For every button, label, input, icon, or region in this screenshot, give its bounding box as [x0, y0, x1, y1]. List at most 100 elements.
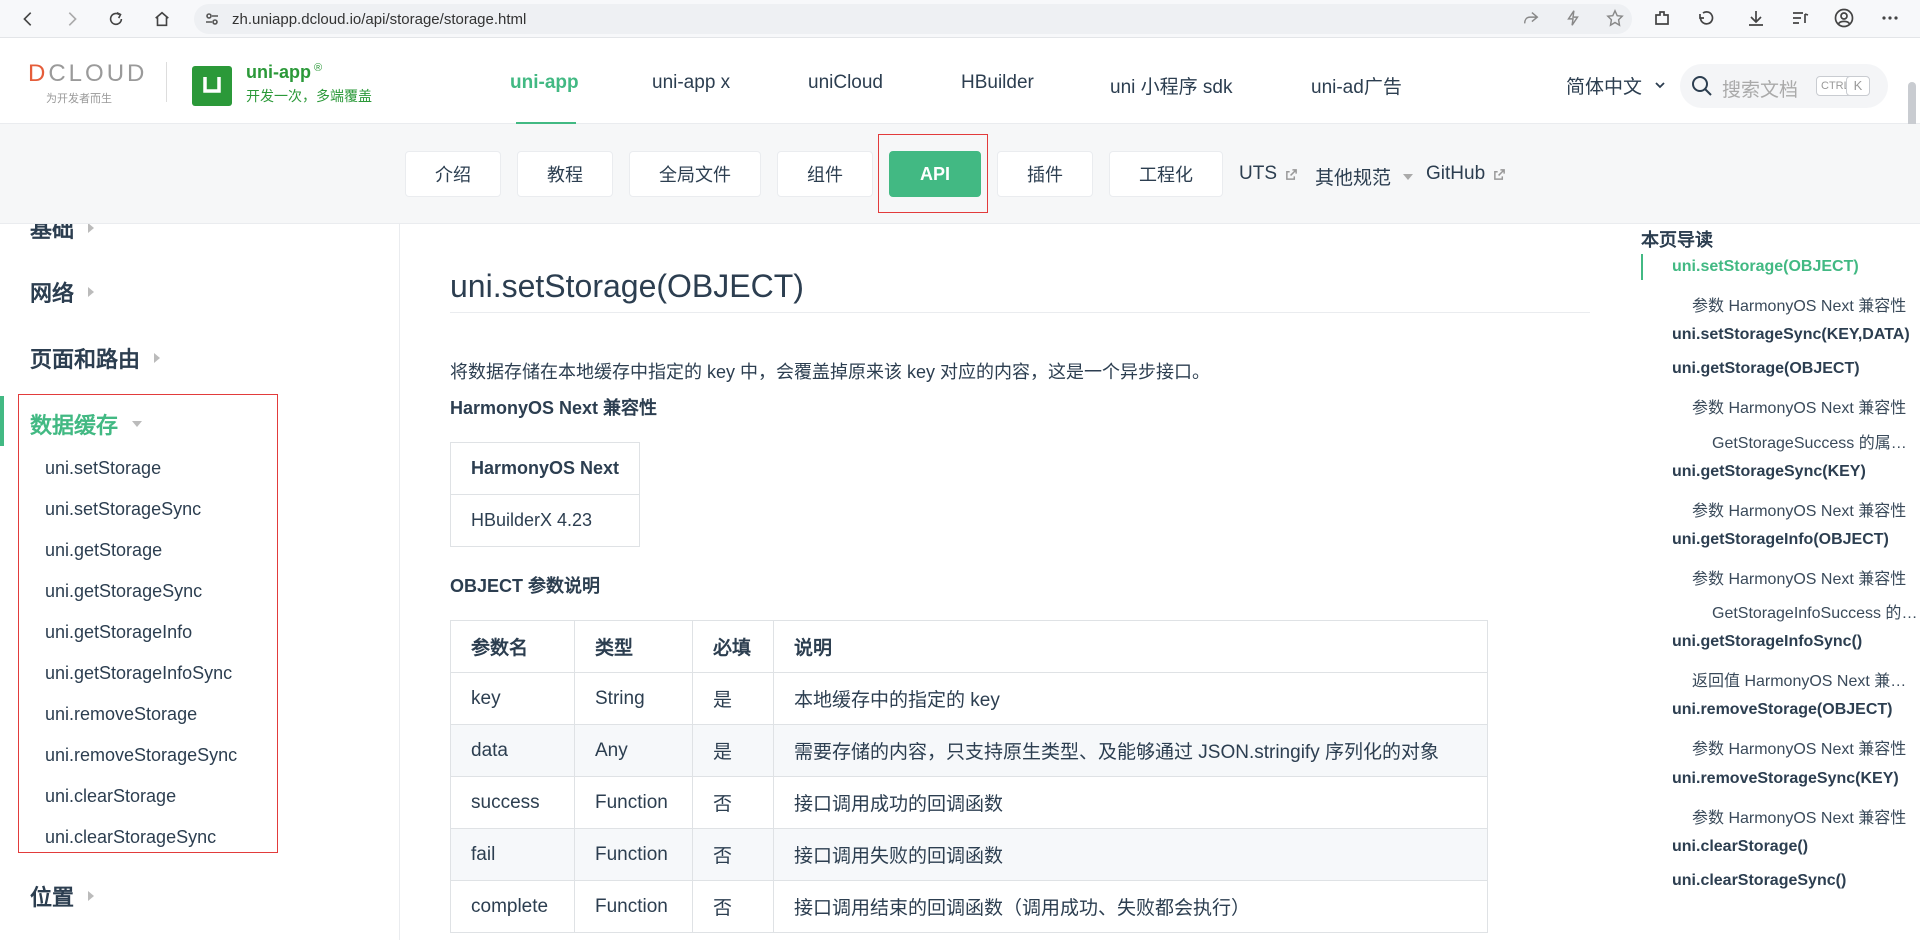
- toc-item[interactable]: 参数 HarmonyOS Next 兼容性: [1692, 804, 1918, 828]
- toc-item[interactable]: uni.getStorage(OBJECT): [1672, 360, 1918, 378]
- tab-intro[interactable]: 介绍: [405, 151, 501, 197]
- tab-global-files[interactable]: 全局文件: [629, 151, 761, 197]
- home-icon[interactable]: [150, 7, 174, 31]
- toc-item[interactable]: uni.getStorageInfoSync(): [1672, 633, 1918, 651]
- toc-item[interactable]: uni.removeStorage(OBJECT): [1672, 701, 1918, 719]
- col-header-desc: 说明: [773, 620, 1488, 673]
- compat-heading: HarmonyOS Next 兼容性: [450, 398, 658, 418]
- sidebar-section-page-routing[interactable]: 页面和路由: [30, 342, 161, 374]
- cell-desc: 接口调用失败的回调函数: [773, 828, 1488, 881]
- product-slogan: 开发一次，多端覆盖: [246, 88, 372, 104]
- params-table: 参数名 类型 必填 说明 key String 是 本地缓存中的指定的 key …: [450, 620, 1488, 933]
- toc-item[interactable]: uni.setStorage(OBJECT): [1672, 258, 1918, 276]
- more-menu-icon[interactable]: [1880, 8, 1902, 30]
- tab-plugins[interactable]: 插件: [997, 151, 1093, 197]
- cell-desc: 本地缓存中的指定的 key: [773, 672, 1488, 725]
- tab-components[interactable]: 组件: [777, 151, 873, 197]
- search-placeholder[interactable]: 搜索文档: [1722, 75, 1798, 102]
- link-other-specs[interactable]: 其他规范: [1315, 163, 1414, 190]
- sidebar-item-clearstorage[interactable]: uni.clearStorage: [45, 786, 176, 807]
- reading-list-icon[interactable]: [1790, 8, 1812, 30]
- sidebar-item-removestorage[interactable]: uni.removeStorage: [45, 704, 197, 725]
- cell-required: 否: [692, 828, 774, 881]
- toc-item[interactable]: 返回值 HarmonyOS Next 兼容性: [1692, 667, 1918, 691]
- tab-engineering[interactable]: 工程化: [1109, 151, 1223, 197]
- table-row: fail Function 否 接口调用失败的回调函数: [450, 828, 1488, 881]
- toc-item[interactable]: 参数 HarmonyOS Next 兼容性: [1692, 735, 1918, 759]
- expand-triangle-icon: [154, 353, 161, 363]
- topnav-uni-app-x[interactable]: uni-app x: [652, 72, 730, 94]
- toc-item[interactable]: uni.getStorageSync(KEY): [1672, 463, 1918, 481]
- sidebar-item-clearstoragesync[interactable]: uni.clearStorageSync: [45, 827, 216, 848]
- toc-item[interactable]: 参数 HarmonyOS Next 兼容性: [1692, 394, 1918, 418]
- toc-item[interactable]: uni.clearStorageSync(): [1672, 872, 1918, 890]
- brand-divider: [166, 62, 167, 102]
- product-name[interactable]: uni-app ®: [246, 62, 322, 83]
- history-icon[interactable]: [1696, 8, 1718, 30]
- toc-item[interactable]: uni.removeStorageSync(KEY): [1672, 770, 1918, 788]
- topnav-uni-ad[interactable]: uni-ad广告: [1311, 72, 1402, 99]
- toc-item[interactable]: uni.setStorageSync(KEY,DATA): [1672, 326, 1918, 344]
- sidebar-section-network[interactable]: 网络: [30, 276, 95, 308]
- cell-type: Any: [574, 724, 693, 777]
- forward-icon[interactable]: [60, 7, 84, 31]
- topnav-uni-mp-sdk[interactable]: uni 小程序 sdk: [1110, 72, 1232, 99]
- compat-header: HarmonyOS Next: [449, 442, 641, 495]
- toc-item[interactable]: 参数 HarmonyOS Next 兼容性: [1692, 292, 1918, 316]
- sidebar-item-setstorage[interactable]: uni.setStorage: [45, 458, 161, 479]
- cell-type: Function: [574, 828, 693, 881]
- site-settings-icon[interactable]: [204, 11, 220, 27]
- reload-icon[interactable]: [104, 7, 128, 31]
- extensions-icon[interactable]: [1652, 8, 1674, 30]
- table-row: key String 是 本地缓存中的指定的 key: [450, 672, 1488, 725]
- download-icon[interactable]: [1746, 8, 1768, 30]
- dcloud-tagline: 为开发者而生: [46, 93, 112, 105]
- link-github[interactable]: GitHub: [1426, 163, 1506, 185]
- link-uts[interactable]: UTS: [1239, 163, 1298, 185]
- toc-item[interactable]: 参数 HarmonyOS Next 兼容性: [1692, 497, 1918, 521]
- sidebar-item-removestoragesync[interactable]: uni.removeStorageSync: [45, 745, 237, 766]
- cell-desc: 接口调用成功的回调函数: [773, 776, 1488, 829]
- search-icon[interactable]: [1690, 74, 1714, 98]
- uni-app-logo-icon[interactable]: [192, 66, 232, 106]
- back-icon[interactable]: [16, 7, 40, 31]
- toc-item[interactable]: uni.clearStorage(): [1672, 838, 1918, 856]
- lightning-icon[interactable]: [1564, 9, 1584, 29]
- sidebar-item-getstorage[interactable]: uni.getStorage: [45, 540, 162, 561]
- address-bar[interactable]: zh.uniapp.dcloud.io/api/storage/storage.…: [194, 4, 1632, 34]
- bookmark-star-icon[interactable]: [1606, 9, 1626, 29]
- sidebar-section-location[interactable]: 位置: [30, 880, 95, 912]
- page-title: uni.setStorage(OBJECT): [450, 268, 804, 304]
- tab-tutorial[interactable]: 教程: [517, 151, 613, 197]
- topnav-hbuilder[interactable]: HBuilder: [961, 72, 1034, 94]
- share-icon[interactable]: [1522, 9, 1542, 29]
- browser-toolbar: zh.uniapp.dcloud.io/api/storage/storage.…: [0, 0, 1920, 38]
- object-params-heading: OBJECT 参数说明: [450, 576, 601, 596]
- cell-type: Function: [574, 776, 693, 829]
- cell-name: key: [450, 672, 575, 725]
- search-box[interactable]: 搜索文档 CTRL K: [1680, 64, 1888, 108]
- cell-name: fail: [450, 828, 575, 881]
- topnav-unicloud[interactable]: uniCloud: [808, 72, 883, 94]
- toc-item[interactable]: 参数 HarmonyOS Next 兼容性: [1692, 565, 1918, 589]
- sidebar-item-setstoragesync[interactable]: uni.setStorageSync: [45, 499, 201, 520]
- dcloud-logo[interactable]: DCLOUD 为开发者而生: [28, 60, 148, 105]
- sidebar-section-basics[interactable]: 基础: [30, 224, 95, 244]
- toc-item[interactable]: GetStorageInfoSuccess 的属性值: [1712, 599, 1918, 623]
- url-text[interactable]: zh.uniapp.dcloud.io/api/storage/storage.…: [232, 11, 526, 28]
- topnav-uni-app[interactable]: uni-app: [510, 72, 579, 94]
- sidebar-item-getstorageinfo[interactable]: uni.getStorageInfo: [45, 622, 192, 643]
- external-link-icon: [1494, 168, 1506, 180]
- chevron-down-icon[interactable]: [1654, 78, 1666, 90]
- profile-avatar-icon[interactable]: [1834, 8, 1856, 30]
- language-selector[interactable]: 简体中文: [1566, 72, 1642, 99]
- main-content: uni.setStorage(OBJECT) 将数据存储在本地缓存中指定的 ke…: [400, 224, 1638, 940]
- sidebar-item-getstorageinfosync[interactable]: uni.getStorageInfoSync: [45, 663, 232, 684]
- toc-item[interactable]: GetStorageSuccess 的属性值: [1712, 429, 1918, 453]
- toc-item[interactable]: uni.getStorageInfo(OBJECT): [1672, 531, 1918, 549]
- site-header: DCLOUD 为开发者而生 uni-app ® 开发一次，多端覆盖 uni-app…: [0, 38, 1920, 158]
- cell-type: Function: [574, 880, 693, 933]
- sidebar-item-getstoragesync[interactable]: uni.getStorageSync: [45, 581, 202, 602]
- api-tab-highlight: [878, 134, 988, 213]
- compat-value: HBuilderX 4.23: [449, 494, 641, 547]
